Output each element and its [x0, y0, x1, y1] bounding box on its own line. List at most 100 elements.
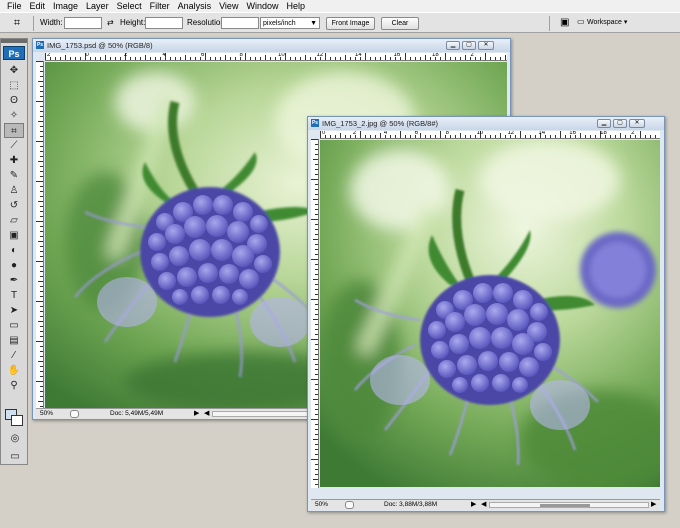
ruler-tick: [313, 279, 318, 280]
ruler-tick: [545, 135, 546, 138]
ruler-tick: [130, 57, 131, 60]
ruler-tick: [315, 189, 318, 190]
status-menu-arrow-icon[interactable]: ▶: [471, 500, 476, 510]
menu-item-file[interactable]: File: [3, 0, 26, 12]
pen-tool-icon[interactable]: ✒: [4, 273, 24, 288]
workspace-icon[interactable]: ▭: [577, 17, 585, 26]
ruler-tick: [75, 57, 76, 60]
resolution-field[interactable]: [221, 17, 259, 29]
ruler-tick: [315, 214, 318, 215]
front-image-button[interactable]: Front Image: [326, 17, 375, 30]
ruler-tick: [315, 464, 318, 465]
menu-item-view[interactable]: View: [215, 0, 242, 12]
marquee-tool-icon[interactable]: ⬚: [4, 78, 24, 93]
maximize-icon[interactable]: ▢: [613, 119, 627, 128]
ruler-tick: [255, 57, 256, 60]
scroll-left-icon[interactable]: ◀: [204, 409, 209, 419]
menu-item-select[interactable]: Select: [113, 0, 146, 12]
ruler-tick: [38, 161, 43, 162]
ruler-tick: [315, 354, 318, 355]
resolution-units-select[interactable]: pixels/inch ▼: [260, 17, 320, 29]
ps-logo[interactable]: Ps: [3, 46, 25, 60]
toolbox-grip[interactable]: [1, 39, 27, 43]
menu-item-edit[interactable]: Edit: [26, 0, 50, 12]
quick-mask-icon[interactable]: ◎: [5, 431, 25, 446]
eyedropper-2-tool-icon[interactable]: ⁄: [4, 348, 24, 363]
gradient-tool-icon[interactable]: ▣: [4, 228, 24, 243]
scroll-left-icon[interactable]: ◀: [481, 500, 486, 510]
ruler-tick: [340, 57, 341, 60]
crop-tool-preset-icon[interactable]: ⌗: [6, 16, 28, 31]
menu-item-window[interactable]: Window: [242, 0, 282, 12]
ruler-tick: [465, 55, 466, 60]
status-menu-arrow-icon[interactable]: ▶: [194, 409, 199, 419]
screen-mode-icon[interactable]: ▭: [5, 449, 25, 464]
ruler-tick: [36, 301, 43, 302]
ruler-tick: [311, 179, 318, 180]
zoom-level[interactable]: 50%: [40, 409, 53, 419]
hand-tool-icon[interactable]: ✋: [4, 363, 24, 378]
scrollbar-thumb[interactable]: [540, 504, 590, 507]
ruler-tick: [38, 321, 43, 322]
ruler-number: 18: [600, 131, 607, 136]
ruler-tick: [495, 135, 496, 138]
move-tool-icon[interactable]: ✥: [4, 63, 24, 78]
background-color-swatch[interactable]: [11, 415, 23, 426]
close-icon[interactable]: ✕: [629, 119, 645, 128]
menu-item-analysis[interactable]: Analysis: [174, 0, 216, 12]
dodge-tool-icon[interactable]: ●: [4, 258, 24, 273]
ruler-tick: [420, 57, 421, 60]
palette-well-icon[interactable]: ▣: [560, 17, 569, 28]
ruler-tick: [315, 384, 318, 385]
document-window-jpg[interactable]: Ps IMG_1753_2.jpg @ 50% (RGB/8#) ▁ ▢ ✕ 0…: [307, 116, 665, 512]
ruler-tick: [195, 57, 196, 60]
image-canvas[interactable]: [320, 140, 660, 487]
ruler-tick: [311, 459, 318, 460]
zoom-icon[interactable]: [345, 501, 354, 509]
scroll-right-icon[interactable]: ▶: [651, 500, 656, 510]
ruler-tick: [230, 57, 231, 60]
height-field[interactable]: [145, 17, 183, 29]
eyedropper-tool-icon[interactable]: ⟋: [4, 138, 24, 153]
workspace-menu[interactable]: Workspace ▾: [587, 18, 627, 26]
width-field[interactable]: [64, 17, 102, 29]
swap-icon[interactable]: ⇄: [107, 18, 114, 27]
ruler-tick: [390, 135, 391, 138]
crop-tool-icon[interactable]: ⌗: [4, 123, 24, 138]
zoom-icon[interactable]: [70, 410, 79, 418]
healing-brush-tool-icon[interactable]: ✚: [4, 153, 24, 168]
magic-wand-tool-icon[interactable]: ✧: [4, 108, 24, 123]
ruler-tick: [36, 181, 43, 182]
flower-image: [320, 140, 660, 487]
eraser-tool-icon[interactable]: ▱: [4, 213, 24, 228]
history-brush-tool-icon[interactable]: ↺: [4, 198, 24, 213]
path-selection-tool-icon[interactable]: ➤: [4, 303, 24, 318]
minimize-icon[interactable]: ▁: [446, 41, 460, 50]
window-titlebar[interactable]: Ps IMG_1753.psd @ 50% (RGB/8) ▁ ▢ ✕: [33, 39, 510, 52]
menu-item-layer[interactable]: Layer: [82, 0, 113, 12]
type-tool-icon[interactable]: T: [4, 288, 24, 303]
notes-tool-icon[interactable]: ▤: [4, 333, 24, 348]
blur-tool-icon[interactable]: ◐: [4, 243, 24, 258]
close-icon[interactable]: ✕: [478, 41, 494, 50]
ruler-number: 14: [538, 131, 546, 136]
lasso-tool-icon[interactable]: ʘ: [4, 93, 24, 108]
rectangle-tool-icon[interactable]: ▭: [4, 318, 24, 333]
menu-item-help[interactable]: Help: [282, 0, 309, 12]
brush-tool-icon[interactable]: ✎: [4, 168, 24, 183]
horizontal-scrollbar[interactable]: [212, 411, 312, 417]
window-titlebar[interactable]: Ps IMG_1753_2.jpg @ 50% (RGB/8#) ▁ ▢ ✕: [308, 117, 664, 130]
menu-item-image[interactable]: Image: [49, 0, 82, 12]
ruler-tick: [305, 55, 306, 60]
horizontal-scrollbar[interactable]: [489, 502, 649, 508]
zoom-level[interactable]: 50%: [315, 500, 328, 510]
clear-button[interactable]: Clear: [381, 17, 419, 30]
maximize-icon[interactable]: ▢: [462, 41, 476, 50]
clone-stamp-tool-icon[interactable]: ♙: [4, 183, 24, 198]
ruler-tick: [36, 101, 43, 102]
minimize-icon[interactable]: ▁: [597, 119, 611, 128]
ruler-tick: [40, 66, 43, 67]
zoom-tool-icon[interactable]: ⚲: [4, 378, 24, 393]
menu-item-filter[interactable]: Filter: [146, 0, 174, 12]
ruler-tick: [40, 246, 43, 247]
